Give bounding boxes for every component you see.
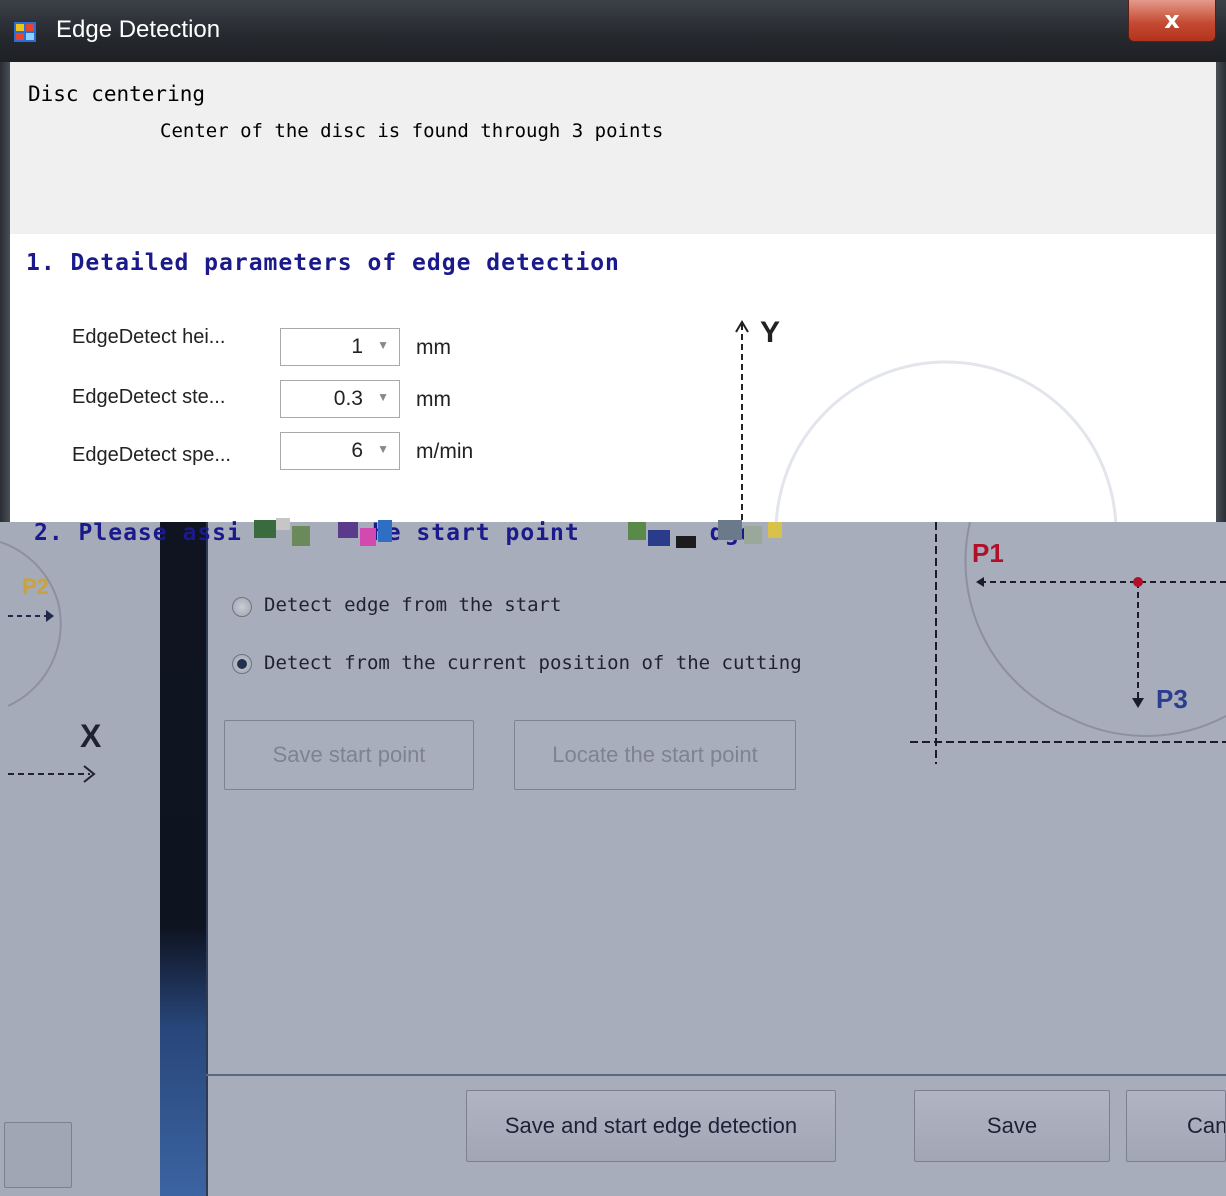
param-step-value: 0.3 (333, 387, 363, 410)
left-panel-button[interactable] (4, 1122, 72, 1188)
center-point (1133, 577, 1143, 587)
p1-label: P1 (972, 538, 1004, 568)
param-speed-combo[interactable]: 6 ▼ (280, 432, 400, 470)
image-noise (254, 518, 782, 548)
close-icon: x (1164, 6, 1180, 34)
save-and-start-edge-detection-button[interactable]: Save and start edge detection (466, 1090, 836, 1162)
chevron-down-icon[interactable]: ▼ (377, 338, 389, 352)
param-height-value: 1 (351, 335, 363, 358)
disc-diagram-left (0, 541, 96, 783)
x-axis-label: X (80, 718, 102, 754)
param-height-combo[interactable]: 1 ▼ (280, 328, 400, 366)
option-detect-from-start-label[interactable]: Detect edge from the start (264, 594, 561, 616)
y-axis-label: Y (760, 316, 781, 349)
disc-arc-left (0, 541, 62, 707)
close-button[interactable]: x (1128, 0, 1216, 42)
window-frame-right (1216, 62, 1226, 522)
footer-separator (206, 1074, 1226, 1076)
option-detect-from-current-radio[interactable] (232, 654, 252, 674)
p1-arrow (976, 577, 984, 587)
dark-strip (160, 522, 206, 1196)
p2-arrow (46, 610, 54, 622)
option-detect-from-start-radio[interactable] (232, 597, 252, 617)
param-label-height: EdgeDetect hei... (72, 326, 226, 348)
param-label-step: EdgeDetect ste... (72, 386, 226, 408)
locate-start-point-button[interactable]: Locate the start point (514, 720, 796, 790)
page-subtitle: Center of the disc is found through 3 po… (160, 120, 664, 142)
section2-title-prefix: 2. Please assi (34, 520, 242, 546)
param-step-unit: mm (416, 388, 451, 411)
disc-diagram-upper (735, 320, 1118, 522)
save-button[interactable]: Save (914, 1090, 1110, 1162)
title-bar: Edge Detection x (0, 0, 1226, 62)
param-speed-unit: m/min (416, 440, 474, 463)
chevron-down-icon[interactable]: ▼ (377, 442, 389, 456)
section1-title: 1. Detailed parameters of edge detection (26, 250, 620, 276)
save-start-point-button[interactable]: Save start point (224, 720, 474, 790)
left-panel: P2 X (0, 522, 161, 1196)
param-label-speed: EdgeDetect spe... (72, 444, 231, 466)
disc-diagram-right (910, 522, 1226, 764)
app-window-icon (14, 22, 36, 42)
window-title: Edge Detection (56, 16, 221, 43)
param-height-unit: mm (416, 336, 451, 359)
page-title: Disc centering (28, 82, 206, 106)
p3-label: P3 (1156, 684, 1188, 714)
window-frame-left (0, 62, 10, 522)
chevron-down-icon[interactable]: ▼ (377, 390, 389, 404)
cancel-button[interactable]: Can (1126, 1090, 1226, 1162)
option-detect-from-current-label[interactable]: Detect from the current position of the … (264, 652, 802, 674)
param-step-combo[interactable]: 0.3 ▼ (280, 380, 400, 418)
p3-arrow (1132, 698, 1144, 708)
disc-outline (774, 360, 1118, 522)
p2-label: P2 (22, 574, 49, 599)
param-speed-value: 6 (351, 439, 363, 462)
